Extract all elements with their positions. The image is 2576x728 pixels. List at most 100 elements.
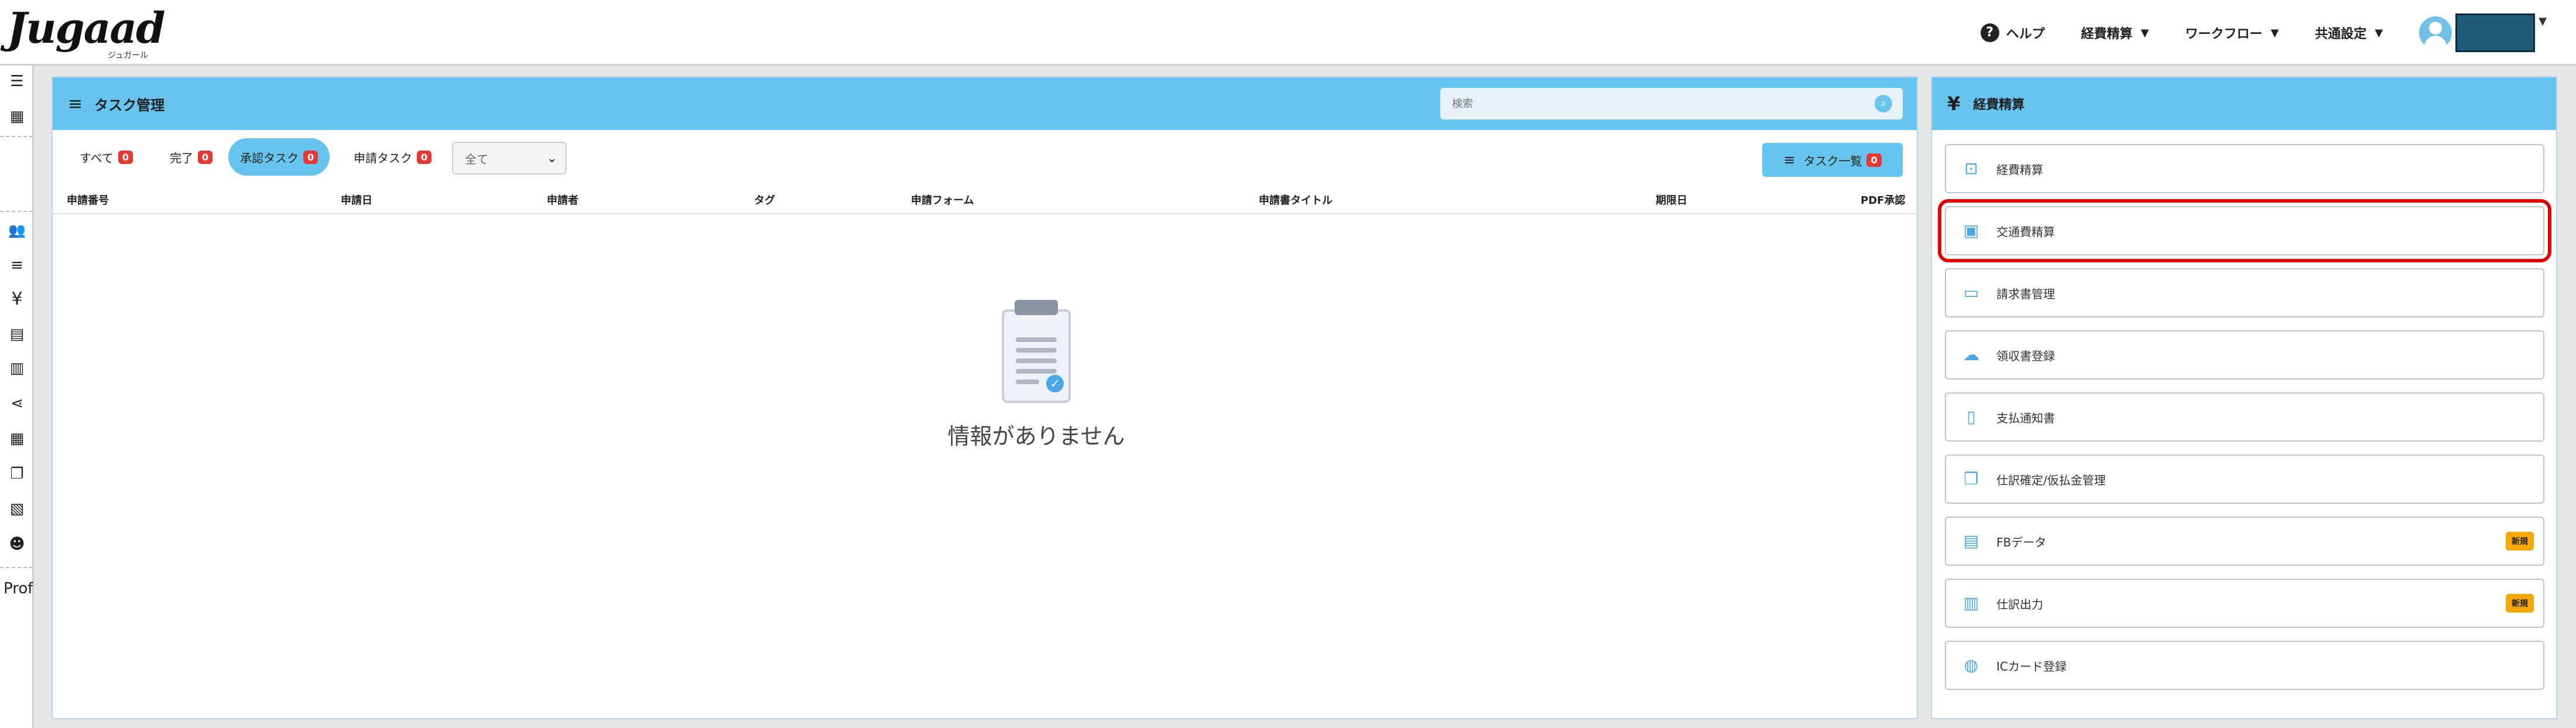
- nav-settings-label: 共通設定: [2315, 27, 2367, 42]
- logo-subtitle: ジュガール: [108, 51, 149, 60]
- expense-item-receipt-registration[interactable]: ☁ 領収書登録: [1945, 330, 2544, 380]
- help-link[interactable]: ? ヘルプ: [1980, 23, 2045, 42]
- avatar[interactable]: [2419, 16, 2452, 49]
- column-header[interactable]: 申請番号: [67, 192, 109, 207]
- nav-workflow-menu[interactable]: ワークフロー ▼: [2185, 23, 2279, 42]
- task-panel-title: タスク管理: [94, 97, 165, 114]
- user-menu-caret-icon[interactable]: ▼: [2539, 15, 2547, 28]
- column-header[interactable]: 期限日: [1656, 192, 1687, 207]
- column-header[interactable]: 申請者: [547, 192, 578, 207]
- money-icon: ⊡: [1964, 159, 1978, 178]
- user-name-box[interactable]: [2455, 13, 2536, 52]
- app-logo[interactable]: Jugaad ジュガール: [7, 3, 165, 61]
- tab-approval[interactable]: 承認タスク 0: [228, 138, 330, 176]
- column-header[interactable]: 申請書タイトル: [1259, 192, 1332, 207]
- task-list-label: タスク一覧: [1803, 153, 1862, 168]
- expense-item-label: 請求書管理: [1996, 286, 2055, 301]
- tab-count-badge: 0: [417, 150, 432, 164]
- column-header[interactable]: PDF承認: [1861, 192, 1905, 207]
- expense-item-fb-data[interactable]: ▤ FBデータ 新規: [1945, 517, 2544, 566]
- expense-panel-header: ¥ 経費精算: [1932, 77, 2556, 130]
- expense-item-invoice-management[interactable]: ▭ 請求書管理: [1945, 268, 2544, 317]
- expense-item-journal-export[interactable]: ▥ 仕訳出力 新規: [1945, 579, 2544, 628]
- expense-item-journal-confirmation[interactable]: ❐ 仕訳確定/仮払金管理: [1945, 454, 2544, 504]
- tab-application[interactable]: 申請タスク 0: [342, 138, 443, 176]
- expense-item-label: 仕訳確定/仮払金管理: [1996, 473, 2106, 487]
- copy-icon[interactable]: ❐: [8, 465, 26, 483]
- sidebar-profile-label[interactable]: Prof: [4, 580, 33, 597]
- expense-item-label: 交通費精算: [1996, 224, 2055, 239]
- nav-expense-label: 経費精算: [2081, 27, 2133, 42]
- tab-label: 申請タスク: [354, 151, 412, 165]
- caret-down-icon: ▼: [2270, 26, 2279, 39]
- expense-item-label: ICカード登録: [1996, 659, 2067, 674]
- task-panel-header: ≡ タスク管理 ⌕: [53, 77, 1917, 130]
- caret-down-icon: ▼: [2375, 26, 2383, 39]
- expense-panel-title: 経費精算: [1973, 98, 2025, 112]
- list-icon[interactable]: ≡: [8, 257, 26, 274]
- expense-item-transport-settlement[interactable]: ▣ 交通費精算: [1938, 199, 2551, 262]
- table-icon[interactable]: ▦: [8, 430, 26, 447]
- caret-down-icon: ▼: [2140, 26, 2149, 39]
- users-icon[interactable]: 👥: [8, 221, 26, 239]
- search-input[interactable]: [1440, 97, 1850, 110]
- nav-workflow-label: ワークフロー: [2185, 27, 2263, 42]
- new-badge: 新規: [2506, 532, 2534, 551]
- book-icon[interactable]: ▧: [8, 500, 26, 518]
- nav-settings-menu[interactable]: 共通設定 ▼: [2315, 23, 2383, 42]
- top-header: Jugaad ジュガール ? ヘルプ 経費精算 ▼ ワークフロー ▼ 共通設定 …: [0, 0, 2576, 66]
- filter-value: 全て: [465, 152, 488, 166]
- expense-item-label: 支払通知書: [1996, 411, 2055, 425]
- expense-item-label: FBデータ: [1996, 535, 2047, 549]
- task-list-button[interactable]: ≡ タスク一覧 0: [1762, 143, 1903, 177]
- expense-item-payment-notice[interactable]: ▯ 支払通知書: [1945, 392, 2544, 442]
- new-badge: 新規: [2506, 594, 2534, 613]
- column-header[interactable]: 申請フォーム: [911, 192, 974, 207]
- document-icon[interactable]: ▤: [8, 326, 26, 343]
- chevron-down-icon: ⌄: [546, 151, 557, 166]
- clipboard-icon: ✓: [1002, 300, 1071, 405]
- expand-menu-icon[interactable]: ☰: [8, 73, 26, 90]
- tab-label: すべて: [80, 151, 114, 165]
- receipt-icon[interactable]: ▥: [8, 360, 26, 377]
- status-filter-select[interactable]: 全て ⌄: [452, 142, 567, 175]
- sidebar-divider: [0, 136, 33, 137]
- task-search[interactable]: ⌕: [1440, 88, 1903, 119]
- expense-panel: ¥ 経費精算 ⊡ 経費精算 ▣ 交通費精算 ▭ 請求書管理 ☁ 領収書登録 ▯ …: [1931, 76, 2557, 719]
- task-management-panel: ≡ タスク管理 ⌕ すべて 0 完了 0 承認タスク 0 申請タスク 0 全て …: [52, 76, 1918, 719]
- task-tabs: すべて 0 完了 0 承認タスク 0 申請タスク 0 全て ⌄ ≡ タスク一覧 …: [53, 138, 1917, 180]
- tab-label: 完了: [170, 151, 193, 165]
- expense-item-expense-settlement[interactable]: ⊡ 経費精算: [1945, 144, 2544, 193]
- nav-expense-menu[interactable]: 経費精算 ▼: [2081, 23, 2149, 42]
- expense-item-label: 経費精算: [1996, 162, 2043, 177]
- question-icon: ?: [1980, 23, 1999, 42]
- yen-icon: ¥: [1947, 93, 1961, 115]
- list-icon: ≡: [1783, 152, 1796, 168]
- tab-count-badge: 0: [118, 150, 133, 164]
- list-icon: ≡: [68, 93, 83, 114]
- card-icon: ▭: [1963, 283, 1979, 302]
- tab-completed[interactable]: 完了 0: [158, 138, 224, 176]
- column-header[interactable]: 申請日: [341, 192, 372, 207]
- yen-icon[interactable]: ¥: [8, 290, 26, 308]
- tab-count-badge: 0: [303, 150, 318, 164]
- top-nav: ? ヘルプ 経費精算 ▼ ワークフロー ▼ 共通設定 ▼ ▼: [1980, 0, 2576, 66]
- share-icon[interactable]: ⋖: [8, 395, 26, 412]
- search-icon[interactable]: ⌕: [1875, 95, 1892, 112]
- sidebar-divider: [0, 567, 33, 568]
- expense-item-ic-card-registration[interactable]: ◍ ICカード登録: [1945, 641, 2544, 690]
- column-header[interactable]: タグ: [754, 192, 775, 207]
- empty-message: 情報がありません: [947, 423, 1125, 449]
- receipt-icon: ▯: [1967, 407, 1976, 426]
- tab-all[interactable]: すべて 0: [68, 138, 145, 176]
- logo-text: Jugaad: [7, 3, 165, 53]
- building-icon[interactable]: ▦: [8, 108, 26, 125]
- train-icon: ▣: [1963, 221, 1979, 240]
- book-icon: ▤: [1963, 531, 1979, 551]
- expense-item-label: 領収書登録: [1996, 348, 2055, 363]
- face-icon[interactable]: ☻: [8, 535, 26, 553]
- help-label: ヘルプ: [2006, 27, 2045, 42]
- left-sidebar: ☰ ▦ 👥 ≡ ¥ ▤ ▥ ⋖ ▦ ❐ ▧ ☻ Prof: [0, 66, 34, 728]
- cloud-upload-icon: ☁: [1963, 345, 1979, 364]
- copy-icon: ❐: [1964, 469, 1979, 488]
